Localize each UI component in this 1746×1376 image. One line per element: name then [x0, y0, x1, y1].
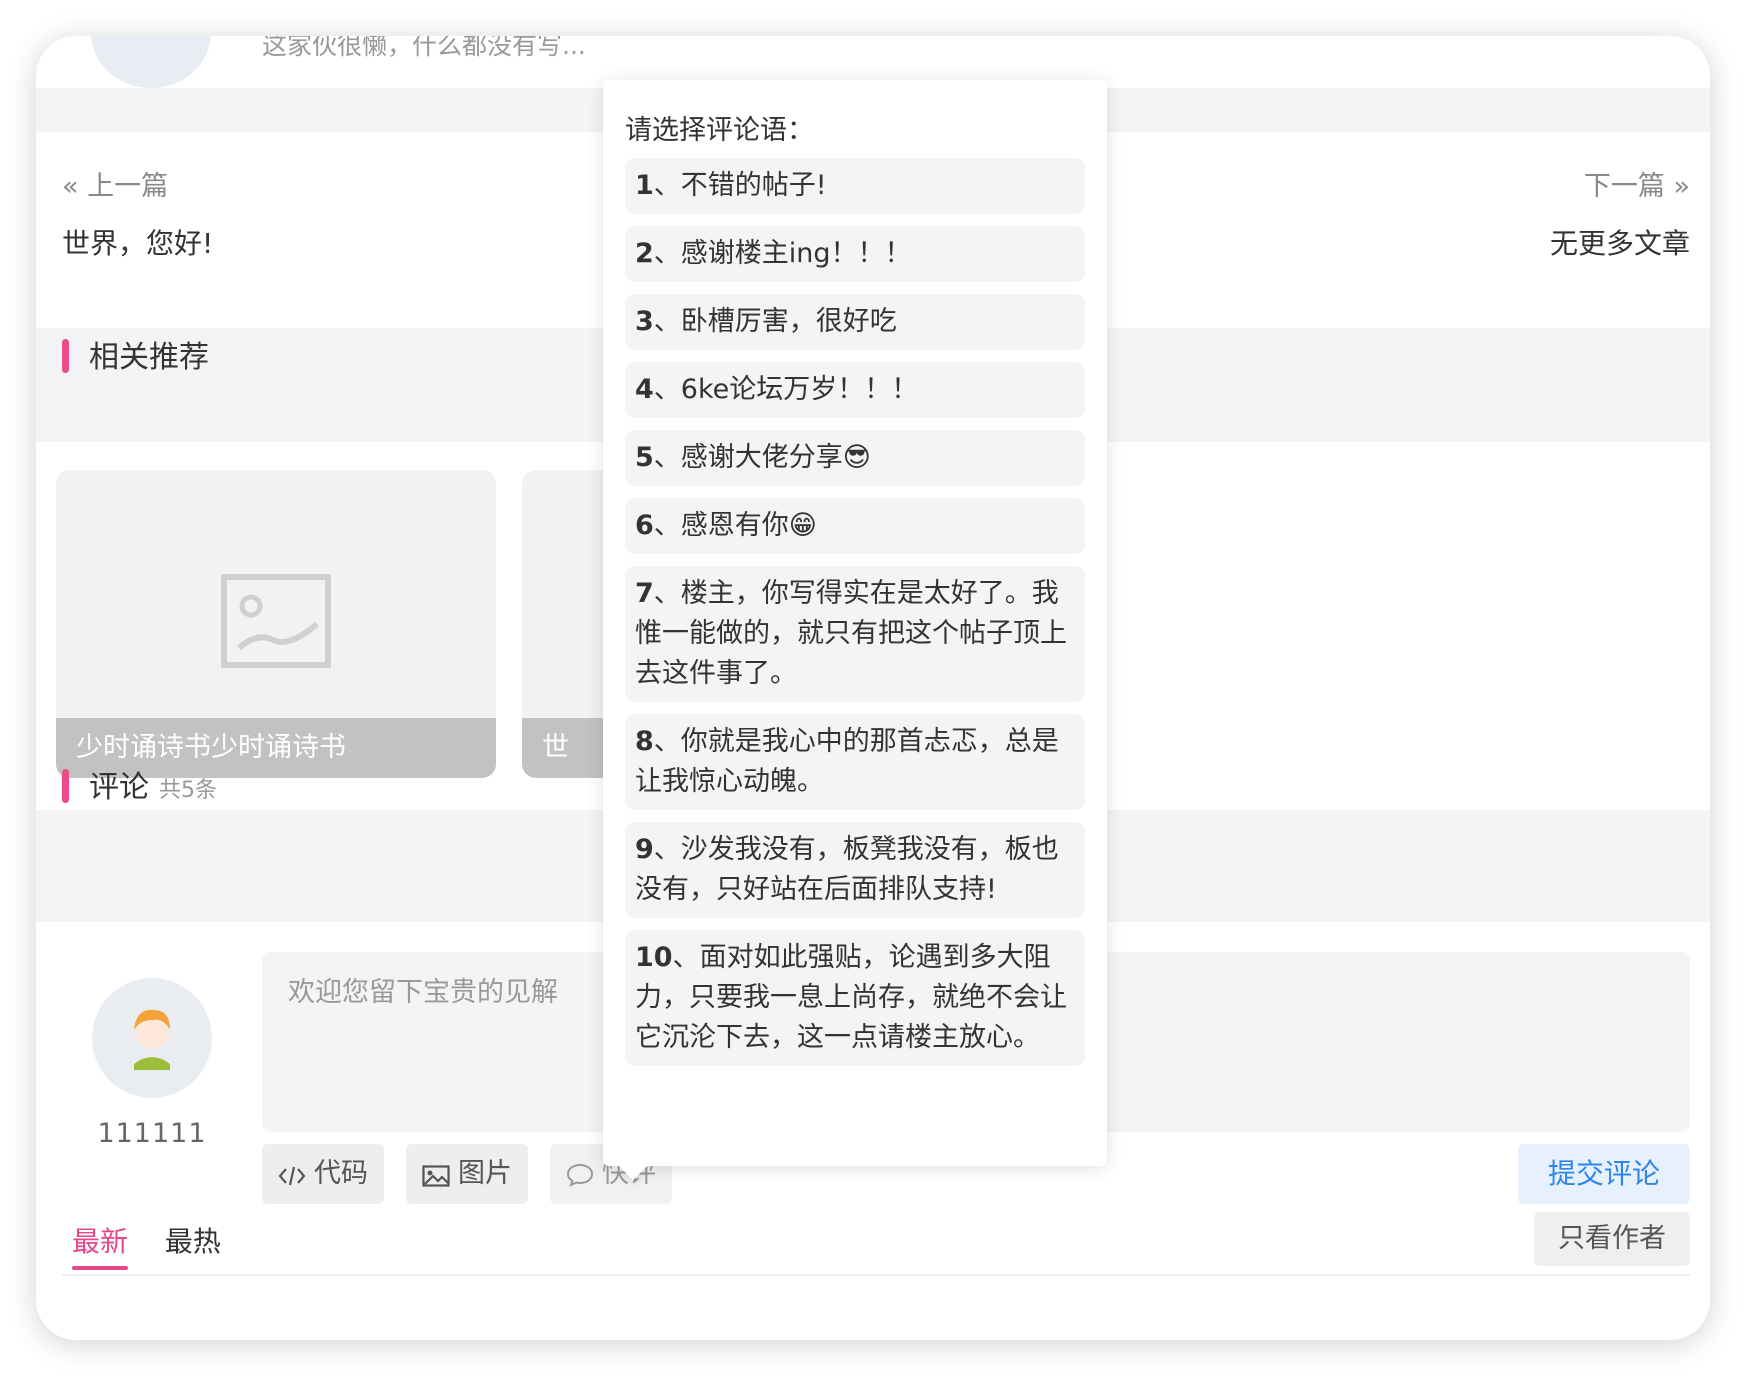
chat-bubble-icon	[566, 1163, 594, 1187]
insert-code-button[interactable]: 代码	[262, 1144, 384, 1204]
related-heading-text: 相关推荐	[89, 340, 209, 375]
related-heading: 相关推荐	[62, 332, 209, 376]
option-text: 、你就是我心中的那首忐忑，总是让我惊心动魄。	[635, 726, 1059, 797]
option-text: 、6ke论坛万岁！！！	[653, 374, 919, 405]
option-number: 3	[635, 306, 654, 337]
next-post-link[interactable]: 下一篇 »	[1584, 164, 1690, 203]
quick-comment-option[interactable]: 1、不错的帖子!	[625, 158, 1085, 214]
double-chevron-left-icon: «	[62, 171, 79, 202]
quick-comment-popover: 请选择评论语： 1、不错的帖子! 2、感谢楼主ing！！！ 3、卧槽厉害，很好吃…	[603, 80, 1107, 1166]
option-number: 4	[635, 374, 654, 405]
quick-comment-option[interactable]: 6、感恩有你😁	[625, 498, 1085, 554]
next-post-title: 无更多文章	[1549, 227, 1690, 260]
author-description: 这家伙很懒，什么都没有写...	[262, 36, 586, 60]
option-number: 5	[635, 442, 654, 473]
tab-latest[interactable]: 最新	[72, 1220, 129, 1270]
option-text: 、感恩有你😁	[653, 510, 817, 541]
option-number: 9	[635, 834, 654, 865]
next-post-label: 下一篇	[1583, 171, 1665, 202]
submit-comment-button[interactable]: 提交评论	[1518, 1144, 1690, 1204]
comments-count: 共5条	[159, 778, 217, 803]
option-number: 6	[635, 510, 654, 541]
option-text: 、卧槽厉害，很好吃	[653, 306, 897, 337]
quick-comment-option[interactable]: 5、感谢大佬分享😎	[625, 430, 1085, 486]
prev-post-label: 上一篇	[87, 171, 169, 202]
author-only-button[interactable]: 只看作者	[1534, 1212, 1690, 1266]
option-number: 10	[635, 942, 673, 973]
related-item[interactable]: 少时诵诗书少时诵诗书	[56, 470, 496, 778]
option-text: 、沙发我没有，板凳我没有，板也没有，只好站在后面排队支持!	[635, 834, 1059, 905]
option-text: 、感谢大佬分享😎	[653, 442, 871, 473]
quick-comment-option[interactable]: 8、你就是我心中的那首忐忑，总是让我惊心动魄。	[625, 714, 1085, 810]
quick-comment-option[interactable]: 7、楼主，你写得实在是太好了。我惟一能做的，就只有把这个帖子顶上去这件事了。	[625, 566, 1085, 702]
user-avatar-icon	[134, 1009, 170, 1070]
image-placeholder-icon	[221, 574, 331, 668]
insert-image-button[interactable]: 图片	[406, 1144, 528, 1204]
tab-hottest[interactable]: 最热	[165, 1220, 221, 1270]
image-icon	[422, 1165, 450, 1187]
quick-comment-option[interactable]: 2、感谢楼主ing！！！	[625, 226, 1085, 282]
insert-image-label: 图片	[458, 1158, 512, 1189]
user-name: 111111	[97, 1118, 207, 1149]
prev-post-link[interactable]: « 上一篇	[62, 164, 168, 203]
quick-comment-option[interactable]: 4、6ke论坛万岁！！！	[625, 362, 1085, 418]
heading-accent-bar	[62, 769, 69, 803]
prev-post-title[interactable]: 世界，您好!	[62, 222, 213, 262]
option-number: 2	[635, 238, 654, 269]
option-number: 8	[635, 726, 654, 757]
quick-comment-list: 1、不错的帖子! 2、感谢楼主ing！！！ 3、卧槽厉害，很好吃 4、6ke论坛…	[625, 158, 1085, 1078]
quick-comment-option[interactable]: 3、卧槽厉害，很好吃	[625, 294, 1085, 350]
divider	[62, 1274, 1690, 1276]
comments-heading: 评论 共5条	[62, 762, 217, 806]
comment-sort-tabs: 最新 最热	[72, 1220, 249, 1270]
author-avatar[interactable]	[91, 36, 211, 88]
quick-comment-option[interactable]: 9、沙发我没有，板凳我没有，板也没有，只好站在后面排队支持!	[625, 822, 1085, 918]
insert-code-label: 代码	[314, 1158, 368, 1189]
option-text: 、不错的帖子!	[653, 170, 827, 201]
option-text: 、感谢楼主ing！！！	[653, 238, 912, 269]
option-number: 7	[635, 578, 654, 609]
option-text: 、楼主，你写得实在是太好了。我惟一能做的，就只有把这个帖子顶上去这件事了。	[635, 578, 1067, 689]
option-number: 1	[635, 170, 654, 201]
code-icon	[278, 1166, 306, 1186]
page-window: 这家伙很懒，什么都没有写... « 上一篇 世界，您好! 下一篇 » 无更多文章…	[36, 36, 1710, 1340]
heading-accent-bar	[62, 339, 69, 373]
double-chevron-right-icon: »	[1673, 171, 1690, 202]
user-avatar[interactable]	[92, 978, 212, 1098]
quick-comment-option[interactable]: 10、面对如此强贴，论遇到多大阻力，只要我一息上尚存，就绝不会让它沉沦下去，这一…	[625, 930, 1085, 1066]
popover-title: 请选择评论语：	[625, 115, 814, 146]
comments-heading-text: 评论	[89, 770, 149, 805]
option-text: 、面对如此强贴，论遇到多大阻力，只要我一息上尚存，就绝不会让它沉沦下去，这一点请…	[635, 942, 1067, 1053]
